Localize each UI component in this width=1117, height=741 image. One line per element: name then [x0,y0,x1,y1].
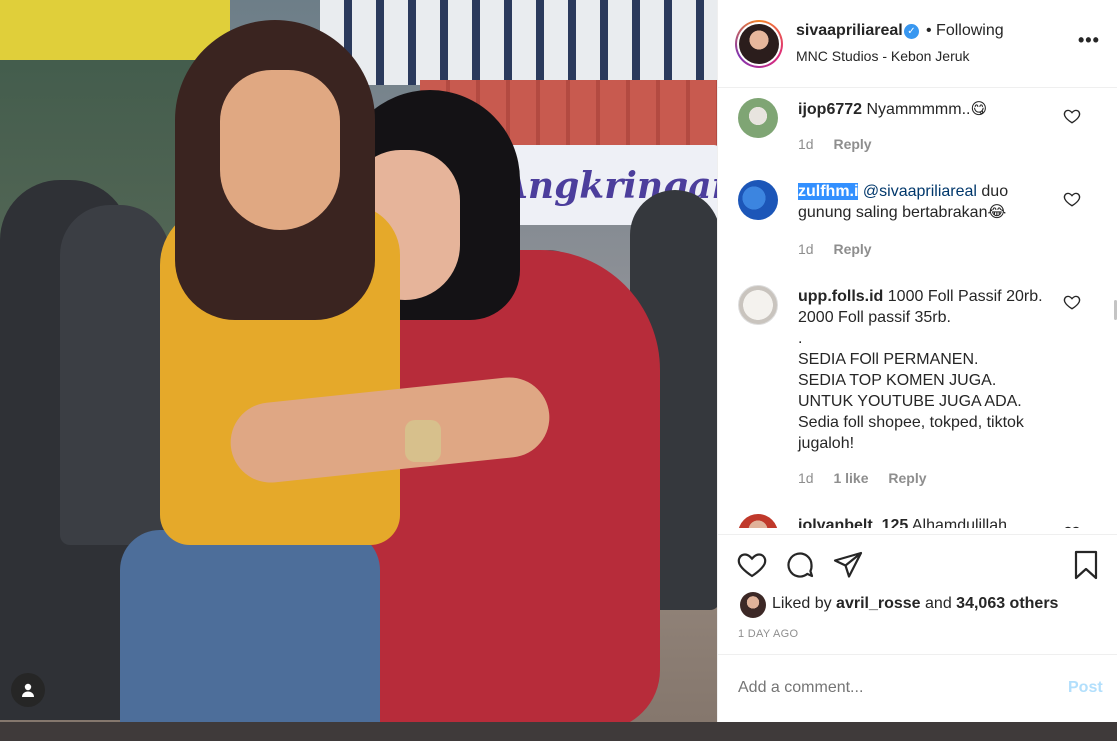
author-username[interactable]: sivaapriliareal [796,22,903,40]
comment-text: zulfhm.i @sivaapriliareal duo gunung sal… [798,181,1058,223]
comment-like-heart-icon[interactable] [1063,524,1081,528]
background-strip [0,722,1117,741]
comment-body: Nyammmmm..😋 [866,101,988,118]
liked-by-and: and [925,595,952,612]
comment-like-heart-icon[interactable] [1063,293,1081,311]
share-send-icon[interactable] [832,549,864,581]
comment-time: 1d [798,241,814,257]
comment-username[interactable]: jolyanbelt_125 [798,517,908,528]
add-comment-input[interactable] [738,679,1038,697]
add-comment-bar: Post [718,654,1117,722]
comment-icon[interactable] [784,549,816,581]
comment-username[interactable]: zulfhm.i [798,183,859,200]
liked-by-user[interactable]: avril_rosse [836,595,921,612]
verified-badge-icon: ✓ [904,24,919,39]
liked-by-others[interactable]: 34,063 others [956,595,1058,612]
comment-reply-button[interactable]: Reply [833,136,871,152]
photo-watch [405,420,441,462]
like-heart-icon[interactable] [736,549,768,581]
more-options-icon[interactable]: ••• [1078,30,1100,51]
likes-summary: Liked by avril_rosse and 34,063 others [772,595,1058,613]
photo-crew-left-2 [60,205,170,545]
comment-reply-button[interactable]: Reply [888,470,926,486]
post-photo[interactable]: Angkringan [0,0,717,722]
comment-like-heart-icon[interactable] [1063,190,1081,208]
liked-by-prefix: Liked by [772,595,832,612]
comment-meta: 1d Reply [798,136,888,152]
tagged-user-button[interactable] [11,673,45,707]
user-icon [22,683,34,697]
commenter-avatar[interactable] [738,180,778,220]
comment-reply-button[interactable]: Reply [833,241,871,257]
post-comment-button[interactable]: Post [1068,679,1103,697]
save-bookmark-icon[interactable] [1070,549,1102,581]
comment-body: Alhamdulillah [911,517,1008,528]
comment-text: jolyanbelt_125 Alhamdulillah [798,515,1058,528]
post-side-panel: sivaapriliareal ✓ • Following MNC Studio… [717,0,1117,722]
comment-mention[interactable]: @sivaapriliareal [863,183,977,200]
comments-list[interactable]: ijop6772 Nyammmmm..😋 1d Reply zulfhm.i @… [718,88,1117,528]
photo-yellow-wall [0,0,230,60]
author-avatar[interactable] [735,20,783,68]
commenter-avatar[interactable] [738,514,778,528]
comment-username[interactable]: ijop6772 [798,101,862,118]
photo-jeans [120,530,380,722]
comment-text: ijop6772 Nyammmmm..😋 [798,99,1058,120]
following-status[interactable]: • Following [926,22,1004,40]
comment-like-heart-icon[interactable] [1063,107,1081,125]
comment-meta: 1d 1 like Reply [798,470,943,486]
post-header: sivaapriliareal ✓ • Following MNC Studio… [718,0,1117,88]
post-location[interactable]: MNC Studios - Kebon Jeruk [796,48,970,64]
commenter-avatar[interactable] [738,285,778,325]
post-time-ago[interactable]: 1 DAY AGO [738,628,798,640]
comment-username[interactable]: upp.folls.id [798,288,883,305]
comment-meta: 1d Reply [798,241,888,257]
liker-avatar[interactable] [740,592,766,618]
comment-time: 1d [798,136,814,152]
comment-likes[interactable]: 1 like [833,470,868,486]
comment-body: 1000 Foll Passif 20rb. 2000 Foll passif … [798,288,1043,452]
photo-windows [320,0,717,85]
photo-face-left [220,70,340,230]
post-actions: Liked by avril_rosse and 34,063 others 1… [718,534,1117,644]
comment-time: 1d [798,470,814,486]
comment-text: upp.folls.id 1000 Foll Passif 20rb. 2000… [798,286,1058,454]
commenter-avatar[interactable] [738,98,778,138]
